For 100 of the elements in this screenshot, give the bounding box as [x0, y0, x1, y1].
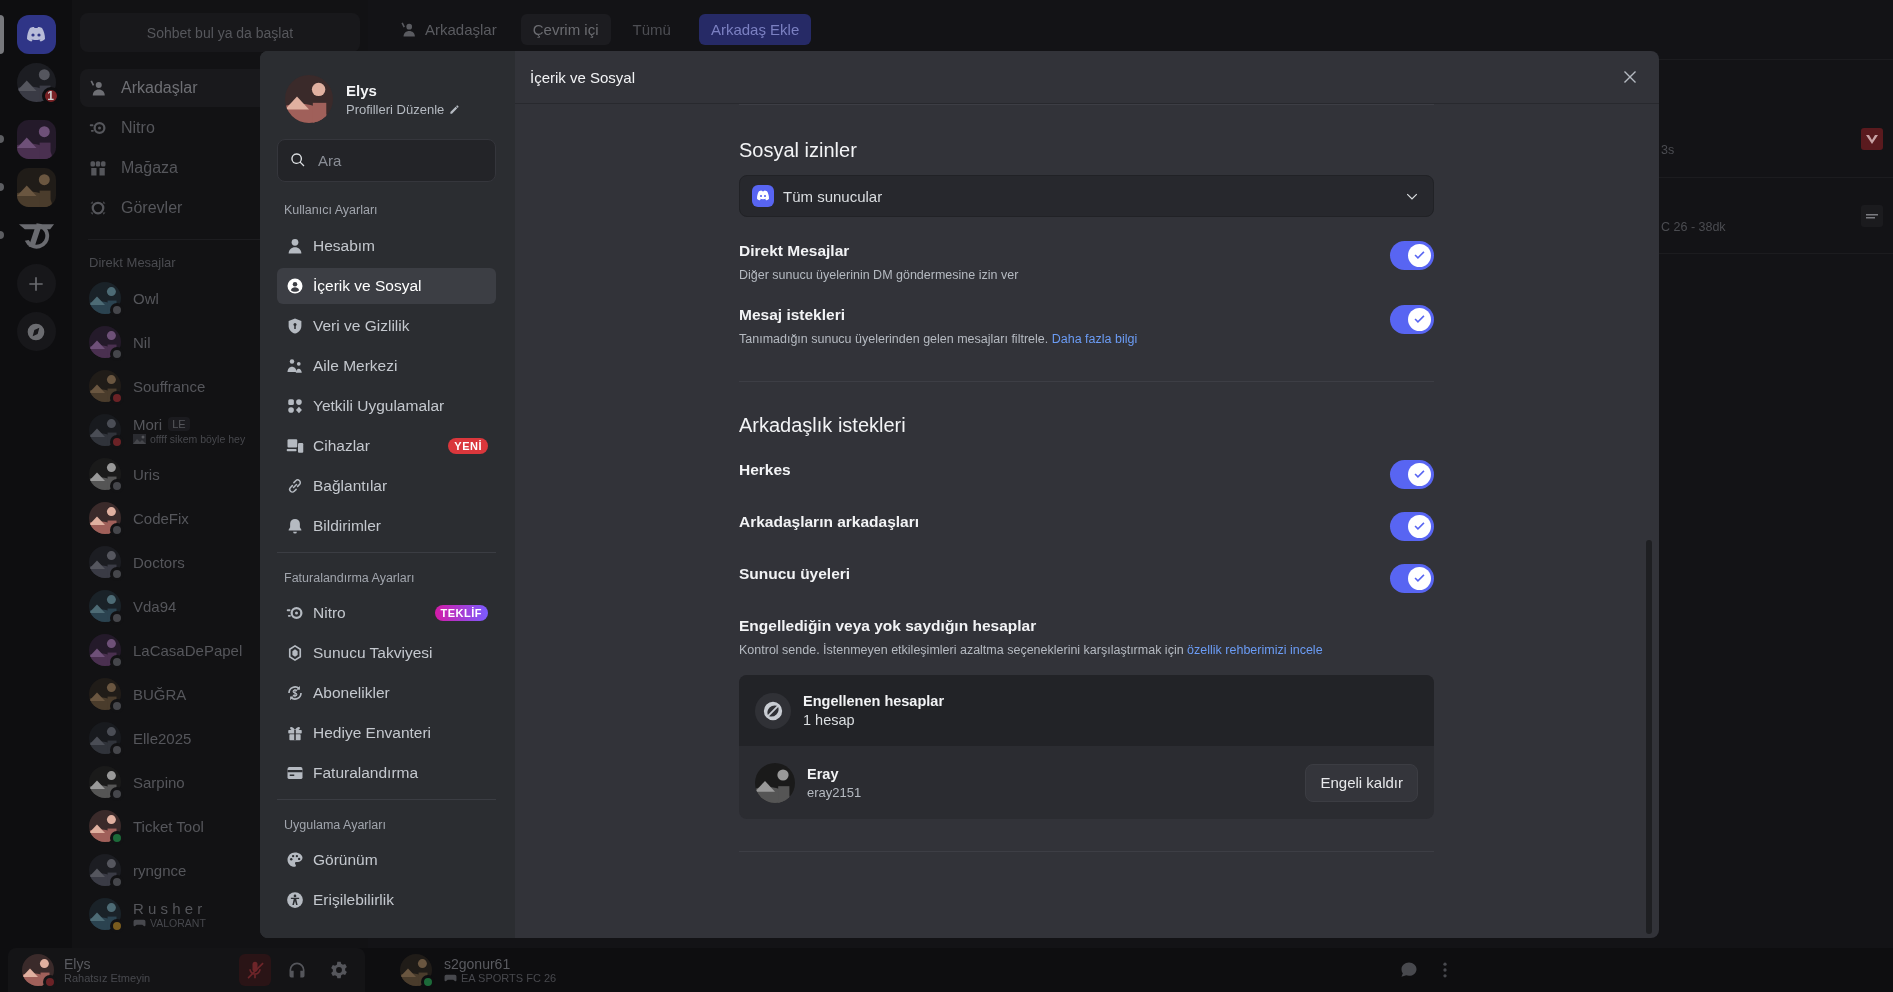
sidebar-item[interactable]: Bildirimler [277, 508, 496, 544]
conversation-name[interactable]: LaCasaDePapel [133, 641, 243, 659]
conversation-name[interactable]: Elle2025 [133, 729, 192, 747]
setting-title: Direkt Mesajlar [739, 241, 851, 261]
blocked-icon [755, 692, 791, 729]
sidebar-item[interactable]: Veri ve Gizlilik [277, 308, 496, 344]
waving-person-icon [400, 21, 417, 38]
settings-icon [329, 960, 349, 980]
setting-title: Arkadaşların arkadaşları [739, 512, 920, 532]
user-name: s2gonur61 [444, 956, 512, 972]
conversation-name[interactable]: Ticket Tool [133, 817, 204, 835]
toggle-switch[interactable] [1390, 512, 1434, 541]
sidebar-item[interactable]: Cihazlar YENİ [277, 428, 496, 464]
conversation-name[interactable]: BUĞRA [133, 685, 187, 703]
list-title: Engellenen hesaplar [803, 693, 945, 709]
setting-title: Sunucu üyeleri [739, 564, 851, 584]
conversation-name[interactable]: Doctors [133, 553, 185, 571]
sidebar-item[interactable]: Faturalandırma [277, 755, 496, 791]
card-icon [286, 764, 304, 782]
conversation-name[interactable]: Mori [133, 415, 163, 433]
tab[interactable]: Çevrim içi [520, 14, 611, 45]
section-heading: Direkt Mesajlar [89, 255, 177, 271]
setting-title: Herkes [739, 460, 791, 480]
direct-message-button[interactable]: 1 [16, 63, 56, 102]
sidebar-item[interactable]: Sunucu Takviyesi [277, 635, 496, 671]
learn-more-link[interactable]: Daha fazla bilgi [1051, 332, 1138, 346]
setting-description: Diğer sunucu üyelerinin DM göndermesine izin ver [739, 267, 1019, 283]
section-heading: Uygulama Ayarları [284, 817, 387, 833]
game-logo-icon [1861, 204, 1883, 227]
section-heading: Faturalandırma Ayarları [284, 570, 416, 586]
feature-guide-link[interactable]: özellik rehberimizi incele [1187, 643, 1323, 657]
toggle-switch[interactable] [1390, 460, 1434, 489]
bell-icon [286, 517, 304, 535]
search-icon [290, 152, 306, 168]
tag: LE [168, 417, 190, 431]
server-dropdown[interactable]: Tüm sunucular [739, 175, 1434, 217]
conversation-name[interactable]: Uris [133, 465, 160, 483]
sidebar-item[interactable]: Yetkili Uygulamalar [277, 388, 496, 424]
search-field[interactable]: Sohbet bul ya da başlat [80, 13, 360, 52]
palette-icon [286, 851, 304, 869]
sidebar-item[interactable]: İçerik ve Sosyal [277, 268, 496, 304]
sidebar-item[interactable]: Aile Merkezi [277, 348, 496, 384]
toggle-switch[interactable] [1390, 305, 1434, 334]
conversation-name[interactable]: Vda94 [133, 597, 177, 615]
badge-icon [89, 199, 107, 217]
app-grid-icon [286, 397, 304, 415]
discover-button[interactable] [16, 312, 56, 351]
conversation-name[interactable]: Owl [133, 289, 159, 307]
gamepad-icon [133, 917, 146, 928]
toggle-switch[interactable] [1390, 241, 1434, 270]
home-button[interactable] [16, 15, 56, 54]
server-button[interactable] [16, 168, 56, 207]
section-heading: Arkadaşlık istekleri [739, 413, 907, 437]
game-name: EA SPORTS FC 26 [461, 972, 557, 984]
tab[interactable]: Tümü [620, 14, 683, 45]
accessibility-icon [286, 891, 304, 909]
sidebar-item[interactable]: Hediye Envanteri [277, 715, 496, 751]
muted-microphone-icon [245, 960, 265, 980]
pencil-icon [449, 103, 461, 115]
conversation-name[interactable]: R u s h e r [133, 899, 203, 917]
server-logo-icon[interactable] [16, 220, 56, 250]
game-logo-icon [1861, 127, 1883, 150]
account-count: 1 hesap [803, 712, 856, 728]
status-text: VALORANT [150, 916, 206, 929]
new-badge: YENİ [448, 438, 488, 454]
gamepad-icon [444, 973, 457, 983]
people-icon [286, 357, 304, 375]
sidebar-item[interactable]: Görünüm [277, 842, 496, 878]
sidebar-item[interactable]: Hesabım [277, 228, 496, 264]
toggle-switch[interactable] [1390, 564, 1434, 593]
person-icon [286, 237, 304, 255]
sidebar-item[interactable]: Erişilebilirlik [277, 882, 496, 918]
shop-icon [89, 159, 107, 177]
conversation-name[interactable]: ryngnce [133, 861, 187, 879]
dialog-title: İçerik ve Sosyal [530, 68, 636, 86]
person-circle-icon [286, 277, 304, 295]
conversation-name[interactable]: Sarpino [133, 773, 185, 791]
search-field[interactable]: Ara [277, 139, 496, 182]
sidebar-item[interactable]: Bağlantılar [277, 468, 496, 504]
sidebar-item[interactable]: Nitro TEKLİF [277, 595, 496, 631]
waving-person-icon [89, 79, 107, 97]
conversation-name[interactable]: Nil [133, 333, 151, 351]
conversation-name[interactable]: Souffrance [133, 377, 206, 395]
server-button[interactable] [16, 120, 56, 159]
gem-icon [286, 644, 304, 662]
gift-icon [286, 724, 304, 742]
sidebar-item[interactable]: Abonelikler [277, 675, 496, 711]
setting-description: Kontrol sende. İstenmeyen etkileşimleri azaltma seçeneklerini karşılaştırmak için özellik rehberimizi incele [739, 642, 1324, 658]
add-server-button[interactable] [16, 264, 56, 303]
add-friend-button[interactable]: Arkadaş Ekle [698, 14, 812, 45]
conversation-name[interactable]: CodeFix [133, 509, 189, 527]
unblock-button[interactable]: Engeli kaldır [1305, 763, 1418, 802]
setting-title: Mesaj istekleri [739, 305, 846, 325]
wheel-icon [286, 604, 304, 622]
account-username: eray2151 [807, 784, 863, 800]
wheel-icon [89, 119, 107, 137]
section-heading: Sosyal izinler [739, 138, 858, 162]
offer-badge: TEKLİF [434, 605, 488, 621]
close-icon [1621, 68, 1639, 86]
devices-icon [286, 437, 304, 455]
